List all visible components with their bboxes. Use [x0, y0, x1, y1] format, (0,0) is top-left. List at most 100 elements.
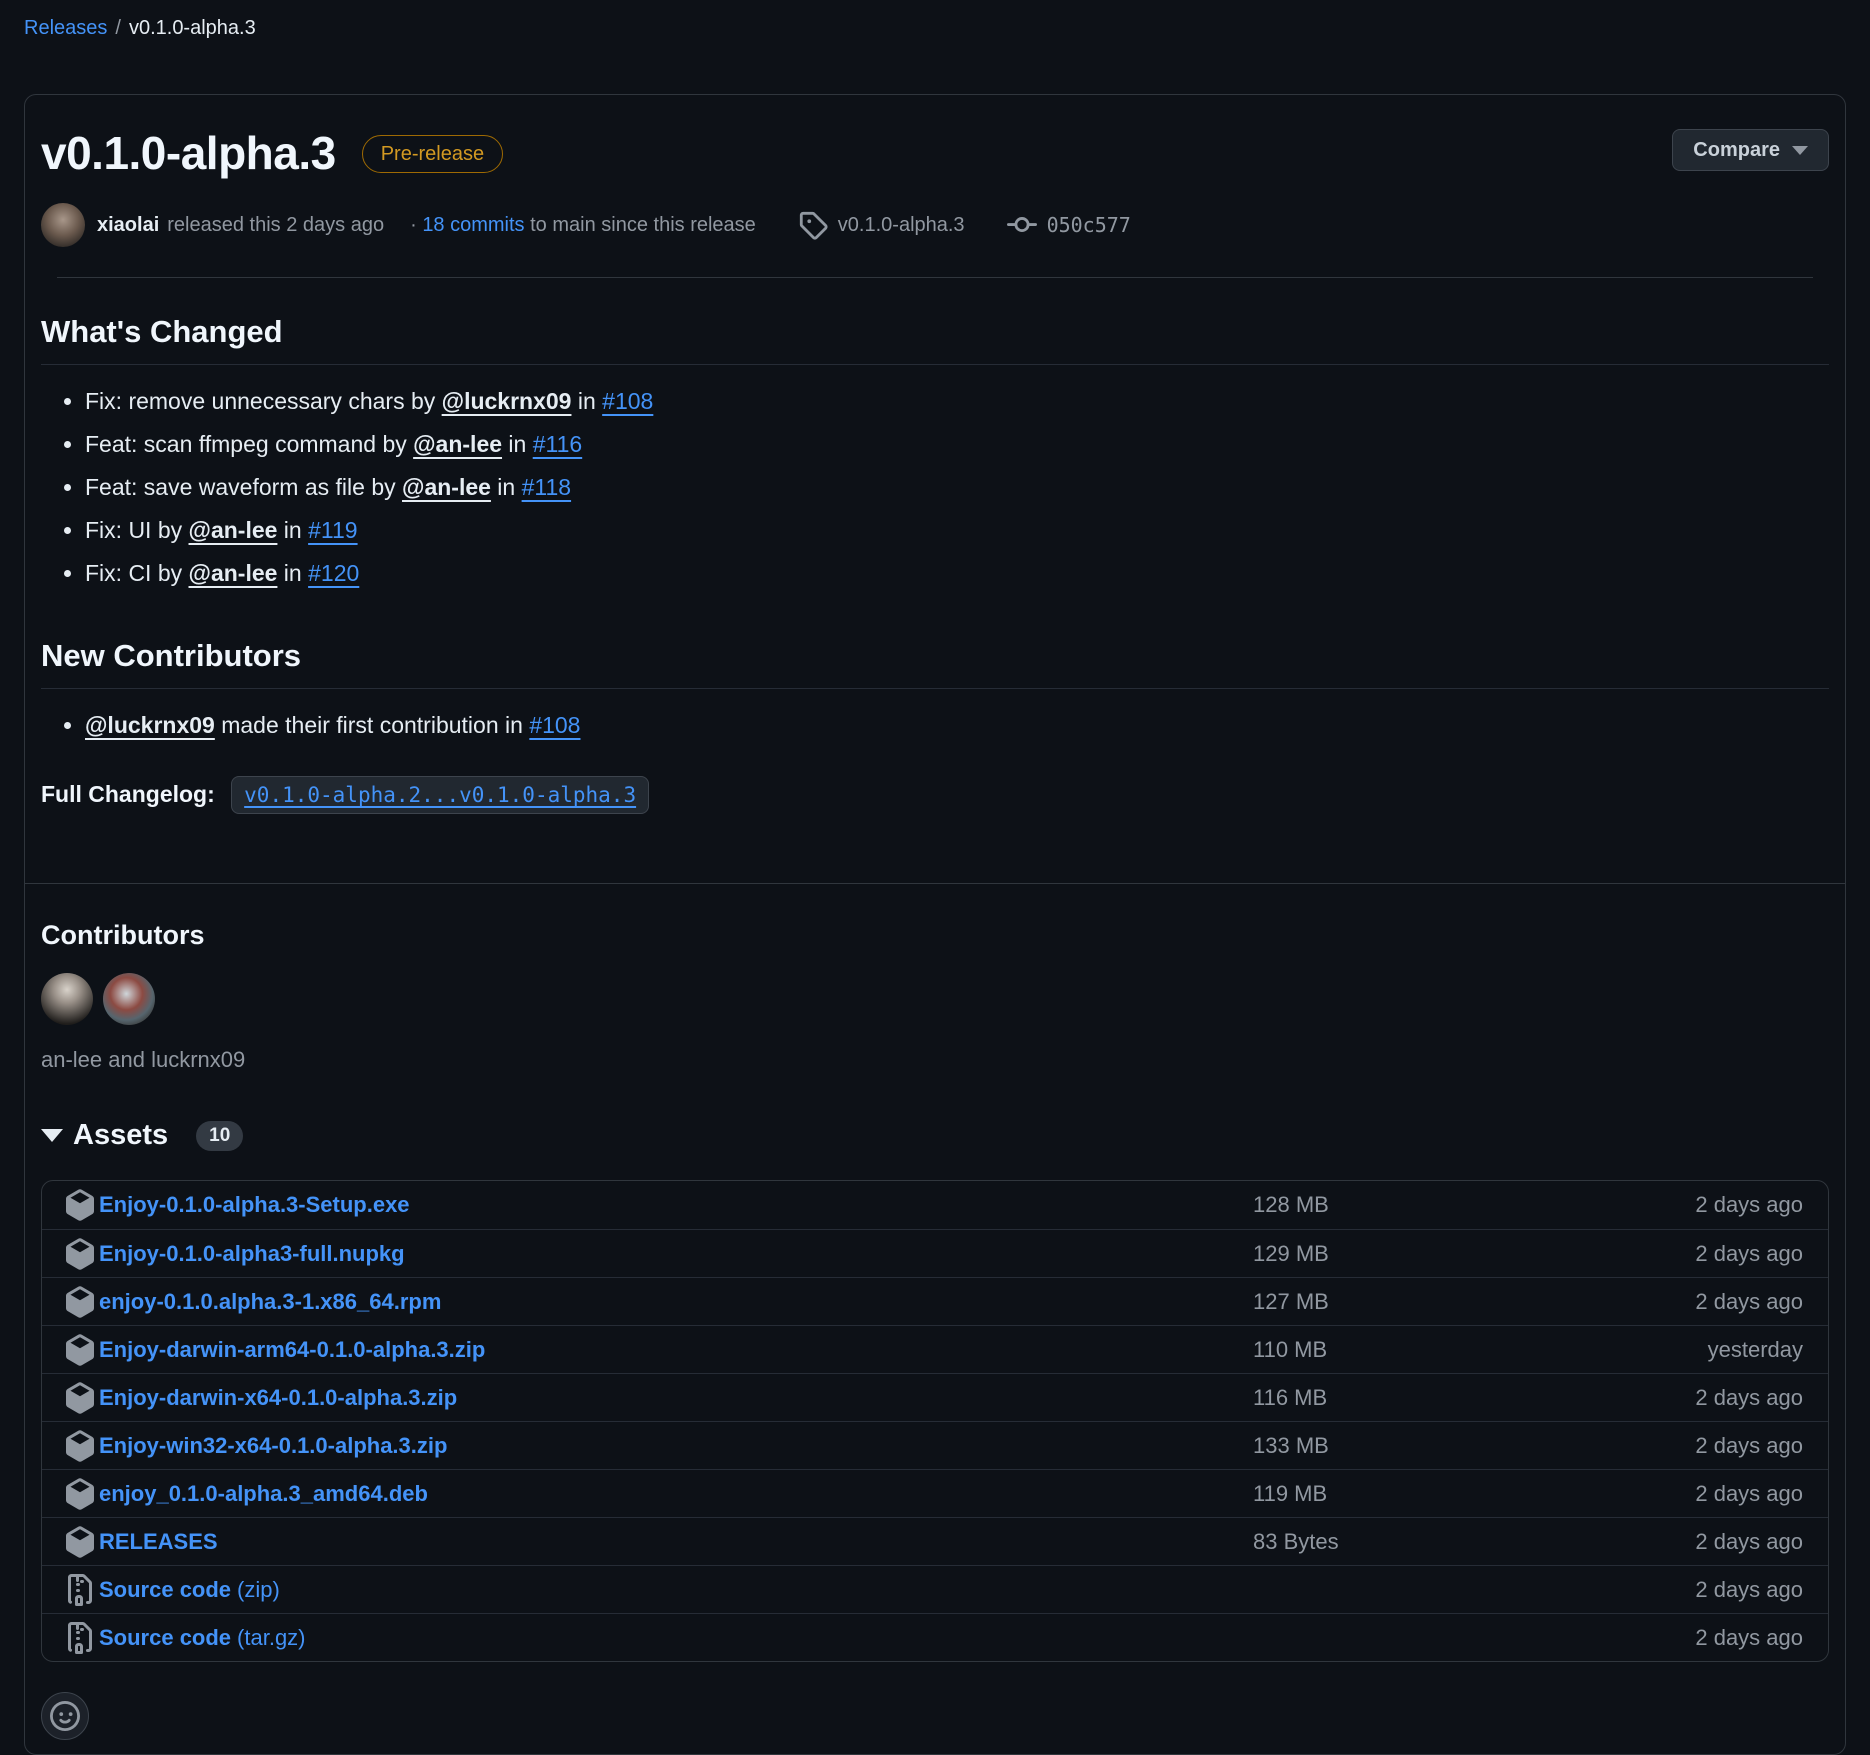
assets-table: Enjoy-0.1.0-alpha.3-Setup.exe128 MB2 day…	[41, 1180, 1829, 1662]
asset-row: Enjoy-darwin-x64-0.1.0-alpha.3.zip 116 MB…	[42, 1373, 1828, 1421]
compare-button[interactable]: Compare	[1672, 129, 1829, 171]
breadcrumb: Releases/v0.1.0-alpha.3	[0, 0, 1870, 40]
package-icon	[64, 1430, 96, 1462]
full-changelog-label: Full Changelog:	[41, 781, 215, 807]
release-card: v0.1.0-alpha.3 Pre-release Compare xiaol…	[24, 94, 1846, 1755]
asset-size: 127 MB	[1253, 1289, 1603, 1315]
package-icon	[64, 1526, 96, 1558]
asset-size: 133 MB	[1253, 1433, 1603, 1459]
user-mention-link[interactable]: @an-lee	[413, 431, 502, 457]
file-zip-icon	[64, 1622, 96, 1654]
triangle-down-icon	[41, 1129, 63, 1142]
released-text: released this 2 days ago	[167, 214, 384, 236]
user-mention-link[interactable]: @an-lee	[189, 560, 278, 586]
contributor-avatar-luckrnx09[interactable]	[103, 973, 155, 1025]
asset-date: 2 days ago	[1603, 1241, 1803, 1267]
asset-row: Enjoy-win32-x64-0.1.0-alpha.3.zip 133 MB2…	[42, 1421, 1828, 1469]
asset-download-link[interactable]: Enjoy-darwin-x64-0.1.0-alpha.3.zip	[99, 1385, 457, 1411]
pull-request-link[interactable]: #118	[522, 474, 571, 500]
author-avatar[interactable]	[41, 203, 85, 247]
add-reaction-button[interactable]	[41, 1692, 89, 1740]
asset-row: Source code(zip) 2 days ago	[42, 1565, 1828, 1613]
release-body: What's Changed Fix: remove unnecessary c…	[25, 278, 1845, 883]
asset-date: 2 days ago	[1603, 1625, 1803, 1651]
prerelease-badge: Pre-release	[362, 135, 503, 173]
asset-date: 2 days ago	[1603, 1385, 1803, 1411]
asset-download-link[interactable]: enjoy_0.1.0-alpha.3_amd64.deb	[99, 1481, 428, 1507]
pull-request-link[interactable]: #116	[533, 431, 582, 457]
asset-size: 116 MB	[1253, 1385, 1603, 1411]
package-icon	[64, 1238, 96, 1270]
commits-link[interactable]: 18 commits	[422, 214, 524, 236]
commit-sha-link[interactable]: 050c577	[1047, 213, 1131, 237]
author-link[interactable]: xiaolai	[97, 214, 159, 236]
package-icon	[64, 1382, 96, 1414]
assets-toggle[interactable]: Assets 10	[41, 1119, 1829, 1152]
asset-row: RELEASES83 Bytes2 days ago	[42, 1517, 1828, 1565]
file-zip-icon	[64, 1574, 96, 1606]
asset-row: Enjoy-darwin-arm64-0.1.0-alpha.3.zip 110 …	[42, 1325, 1828, 1373]
asset-date: yesterday	[1603, 1337, 1803, 1363]
asset-row: enjoy-0.1.0.alpha.3-1.x86_64.rpm 127 MB2 …	[42, 1277, 1828, 1325]
asset-download-link[interactable]: enjoy-0.1.0.alpha.3-1.x86_64.rpm	[99, 1289, 441, 1315]
asset-download-link[interactable]: Source code	[99, 1577, 231, 1603]
contributors-heading: Contributors	[41, 920, 1829, 951]
asset-size: 119 MB	[1253, 1481, 1603, 1507]
pull-request-link[interactable]: #120	[308, 560, 359, 586]
assets-heading: Assets	[73, 1119, 168, 1152]
user-mention-link[interactable]: @an-lee	[402, 474, 491, 500]
new-contributors-list: @luckrnx09 made their first contribution…	[41, 709, 1829, 742]
user-mention-link[interactable]: @an-lee	[189, 517, 278, 543]
asset-row: Source code(tar.gz) 2 days ago	[42, 1613, 1828, 1661]
release-header: v0.1.0-alpha.3 Pre-release Compare xiaol…	[25, 95, 1845, 278]
asset-size: 110 MB	[1253, 1337, 1603, 1363]
asset-download-link[interactable]: RELEASES	[99, 1529, 218, 1555]
smiley-icon	[50, 1701, 80, 1731]
breadcrumb-releases-link[interactable]: Releases	[24, 17, 107, 39]
changelog-item: Feat: save waveform as file by @an-lee i…	[85, 471, 1829, 504]
changelog-item: Fix: UI by @an-lee in #119	[85, 514, 1829, 547]
asset-date: 2 days ago	[1603, 1433, 1803, 1459]
byline-dot: ·	[410, 214, 417, 236]
user-mention-link[interactable]: @luckrnx09	[85, 712, 215, 738]
asset-download-link[interactable]: Enjoy-win32-x64-0.1.0-alpha.3.zip	[99, 1433, 447, 1459]
git-commit-icon	[1007, 210, 1037, 240]
compare-button-label: Compare	[1693, 139, 1780, 162]
asset-date: 2 days ago	[1603, 1289, 1803, 1315]
asset-date: 2 days ago	[1603, 1192, 1803, 1218]
tag-name: v0.1.0-alpha.3	[838, 214, 965, 237]
pull-request-link[interactable]: #108	[602, 388, 653, 414]
asset-download-link[interactable]: Enjoy-0.1.0-alpha3-full.nupkg	[99, 1241, 405, 1267]
asset-size: 83 Bytes	[1253, 1529, 1603, 1555]
asset-suffix: (zip)	[237, 1577, 280, 1603]
breadcrumb-current: v0.1.0-alpha.3	[129, 17, 256, 39]
pull-request-link[interactable]: #108	[529, 712, 580, 738]
contributors-names: an-lee and luckrnx09	[41, 1047, 1829, 1073]
asset-download-link[interactable]: Enjoy-darwin-arm64-0.1.0-alpha.3.zip	[99, 1337, 485, 1363]
asset-row: Enjoy-0.1.0-alpha.3-Setup.exe 128 MB2 day…	[42, 1181, 1828, 1229]
asset-row: enjoy_0.1.0-alpha.3_amd64.deb 119 MB2 day…	[42, 1469, 1828, 1517]
tag-group: v0.1.0-alpha.3	[798, 210, 965, 240]
asset-download-link[interactable]: Source code	[99, 1625, 231, 1651]
release-footer: Contributors an-lee and luckrnx09 Assets…	[25, 884, 1845, 1754]
asset-suffix: (tar.gz)	[237, 1625, 305, 1651]
changelog-item: Feat: scan ffmpeg command by @an-lee in …	[85, 428, 1829, 461]
commits-rest: to main since this release	[525, 214, 756, 236]
asset-date: 2 days ago	[1603, 1481, 1803, 1507]
pull-request-link[interactable]: #119	[308, 517, 357, 543]
package-icon	[64, 1189, 96, 1221]
asset-date: 2 days ago	[1603, 1577, 1803, 1603]
whats-changed-list: Fix: remove unnecessary chars by @luckrn…	[41, 385, 1829, 590]
package-icon	[64, 1478, 96, 1510]
user-mention-link[interactable]: @luckrnx09	[442, 388, 572, 414]
contributors-avatars	[41, 973, 1829, 1025]
contributor-avatar-an-lee[interactable]	[41, 973, 93, 1025]
asset-size: 128 MB	[1253, 1192, 1603, 1218]
asset-row: Enjoy-0.1.0-alpha3-full.nupkg129 MB2 day…	[42, 1229, 1828, 1277]
full-changelog-link[interactable]: v0.1.0-alpha.2...v0.1.0-alpha.3	[231, 776, 649, 814]
package-icon	[64, 1286, 96, 1318]
asset-download-link[interactable]: Enjoy-0.1.0-alpha.3-Setup.exe	[99, 1192, 410, 1218]
commit-group: 050c577	[1007, 210, 1131, 240]
full-changelog-line: Full Changelog: v0.1.0-alpha.2...v0.1.0-…	[41, 776, 1829, 814]
assets-count-badge: 10	[196, 1121, 243, 1151]
